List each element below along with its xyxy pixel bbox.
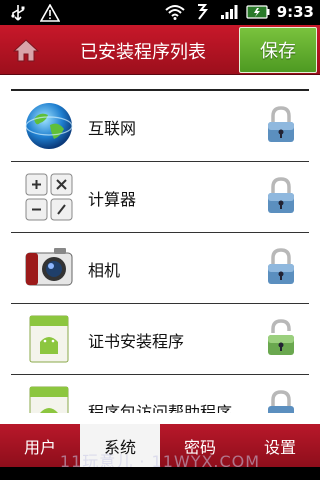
- app-row-internet[interactable]: 互联网: [0, 91, 320, 162]
- usb-icon: [8, 3, 28, 23]
- app-row-package-access-helper[interactable]: 程序包访问帮助程序: [0, 375, 320, 413]
- signal-icon: [219, 2, 239, 22]
- warning-icon: [40, 3, 60, 23]
- android-package-icon: [24, 314, 74, 364]
- bottom-edge: [0, 467, 320, 480]
- home-button[interactable]: [6, 33, 46, 67]
- status-bar: 9:33: [0, 0, 320, 25]
- battery-icon: [246, 2, 270, 22]
- globe-icon: [24, 101, 74, 151]
- lock-icon[interactable]: [266, 106, 296, 144]
- app-label: 程序包访问帮助程序: [88, 403, 233, 413]
- header-bar: 已安装程序列表 保存: [0, 25, 320, 75]
- unlocked-lock-icon[interactable]: [266, 319, 296, 357]
- app-label: 证书安装程序: [88, 332, 185, 351]
- app-label: 计算器: [88, 190, 137, 209]
- home-icon: [13, 39, 39, 62]
- installed-apps-list[interactable]: 互联网 计算器 相机 证书安装程序 程序包访问帮助程序: [0, 75, 320, 413]
- app-label: 互联网: [88, 119, 137, 138]
- clock: 9:33: [276, 3, 314, 21]
- lock-icon[interactable]: [266, 177, 296, 215]
- page-title: 已安装程序列表: [80, 42, 206, 63]
- app-row-calculator[interactable]: 计算器: [0, 162, 320, 233]
- app-label: 相机: [88, 261, 121, 280]
- android-package-icon: [24, 385, 74, 413]
- save-button[interactable]: 保存: [239, 27, 317, 73]
- lock-icon[interactable]: [266, 248, 296, 286]
- app-row-certificate-installer[interactable]: 证书安装程序: [0, 304, 320, 375]
- list-bottom-fade: [0, 413, 320, 424]
- calculator-icon: [24, 172, 74, 222]
- data-sync-icon: [192, 2, 212, 22]
- lock-icon[interactable]: [266, 390, 296, 413]
- camera-icon: [24, 243, 74, 293]
- wifi-icon: [165, 2, 185, 22]
- app-row-camera[interactable]: 相机: [0, 233, 320, 304]
